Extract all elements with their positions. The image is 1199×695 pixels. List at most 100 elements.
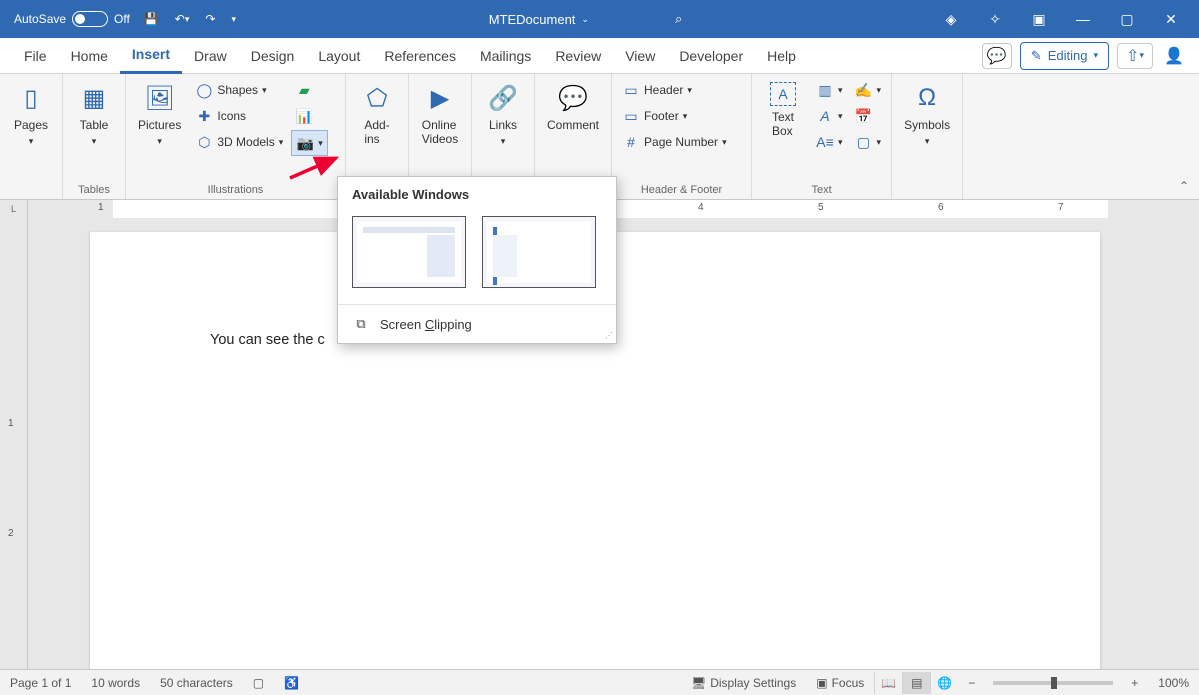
share-button[interactable]: ⇧▾ <box>1117 43 1153 69</box>
text-box-button[interactable]: A Text Box <box>758 78 808 142</box>
group-symbols: Ω Symbols ▾ <box>892 74 963 199</box>
wordart-button[interactable]: A▾ <box>812 104 847 128</box>
group-tables: ▦ Table ▾ Tables <box>63 74 126 199</box>
shapes-button[interactable]: ◯Shapes▾ <box>191 78 287 102</box>
smartart-button[interactable]: ▰ <box>291 78 328 102</box>
maximize-button[interactable]: ▢ <box>1105 0 1149 38</box>
omega-icon: Ω <box>911 82 943 114</box>
redo-icon[interactable]: ↷ <box>199 10 221 28</box>
spelling-icon[interactable]: ▢ <box>243 676 274 690</box>
links-button[interactable]: 🔗 Links ▾ <box>478 78 528 151</box>
close-button[interactable]: ✕ <box>1149 0 1193 38</box>
group-label: Illustrations <box>132 181 339 199</box>
zoom-in-button[interactable]: + <box>1121 676 1148 690</box>
icons-button[interactable]: ✚Icons <box>191 104 287 128</box>
diamond-icon[interactable]: ◈ <box>929 0 973 38</box>
comments-button[interactable]: 💬 <box>982 43 1012 69</box>
wordart-icon: A <box>816 107 834 125</box>
pagenum-icon: # <box>622 133 640 151</box>
footer-button[interactable]: ▭Footer▾ <box>618 104 731 128</box>
screenshot-button[interactable]: 📷▾ <box>291 130 328 156</box>
online-videos-button[interactable]: ▶ Online Videos <box>415 78 465 150</box>
title-bar: AutoSave Off 💾 ↶▾ ↷ ▾ MTEDocument ⌄ ⌕ ◈ … <box>0 0 1199 38</box>
tab-references[interactable]: References <box>372 38 468 74</box>
footer-icon: ▭ <box>622 107 640 125</box>
dropcap-button[interactable]: A≡▾ <box>812 130 847 154</box>
signature-button[interactable]: ✍▾ <box>851 78 886 102</box>
autosave-toggle[interactable]: AutoSave Off <box>6 11 138 27</box>
quick-access-toolbar: 💾 ↶▾ ↷ ▾ <box>138 10 242 28</box>
group-illustrations: 🖼 Pictures ▾ ◯Shapes▾ ✚Icons ⬡3D Models▾… <box>126 74 346 199</box>
video-icon: ▶ <box>424 82 456 114</box>
char-count[interactable]: 50 characters <box>150 676 243 690</box>
parts-icon: ▥ <box>816 81 834 99</box>
symbols-button[interactable]: Ω Symbols ▾ <box>898 78 956 151</box>
web-layout-button[interactable]: 🌐 <box>930 672 958 694</box>
qat-more-icon[interactable]: ▾ <box>225 12 242 27</box>
vertical-ruler[interactable]: 1 2 <box>0 218 28 669</box>
ruler-corner: L <box>0 200 28 218</box>
document-title[interactable]: MTEDocument ⌄ ⌕ <box>242 11 929 27</box>
toggle-switch[interactable] <box>72 11 108 27</box>
smartart-icon: ▰ <box>295 81 313 99</box>
group-text: A Text Box ▥▾ A▾ A≡▾ ✍▾ 📅 ▢▾ Text <box>752 74 892 199</box>
search-icon[interactable]: ⌕ <box>675 11 682 27</box>
sparkle-icon[interactable]: ✧ <box>973 0 1017 38</box>
link-icon: 🔗 <box>487 82 519 114</box>
display-settings-button[interactable]: 🖥Display Settings <box>681 676 806 690</box>
tab-mailings[interactable]: Mailings <box>468 38 543 74</box>
pages-button[interactable]: ▯ Pages ▾ <box>6 78 56 151</box>
resize-grip[interactable]: ⋰ <box>605 331 613 340</box>
page-status[interactable]: Page 1 of 1 <box>0 676 81 690</box>
panel-icon[interactable]: ▣ <box>1017 0 1061 38</box>
minimize-button[interactable]: — <box>1061 0 1105 38</box>
tab-draw[interactable]: Draw <box>182 38 239 74</box>
tab-insert[interactable]: Insert <box>120 38 182 74</box>
collapse-ribbon-button[interactable]: ⌃ <box>1179 179 1189 193</box>
date-time-button[interactable]: 📅 <box>851 104 886 128</box>
window-thumbnail-2[interactable] <box>482 216 596 288</box>
status-bar: Page 1 of 1 10 words 50 characters ▢ ♿ 🖥… <box>0 669 1199 695</box>
collaborate-icon[interactable]: 👤 <box>1161 43 1187 69</box>
tab-design[interactable]: Design <box>239 38 307 74</box>
header-button[interactable]: ▭Header▾ <box>618 78 731 102</box>
icons-icon: ✚ <box>195 107 213 125</box>
table-button[interactable]: ▦ Table ▾ <box>69 78 119 151</box>
dropcap-icon: A≡ <box>816 133 834 151</box>
autosave-label: AutoSave <box>14 12 66 26</box>
save-icon[interactable]: 💾 <box>138 10 165 28</box>
tab-developer[interactable]: Developer <box>667 38 755 74</box>
zoom-level[interactable]: 100% <box>1148 676 1199 690</box>
print-layout-button[interactable]: ▤ <box>902 672 930 694</box>
screenshot-dropdown: Available Windows ⧉ Screen Clipping ⋰ <box>337 176 617 344</box>
accessibility-icon[interactable]: ♿ <box>274 676 309 690</box>
zoom-out-button[interactable]: − <box>958 676 985 690</box>
undo-icon[interactable]: ↶▾ <box>169 10 196 28</box>
header-icon: ▭ <box>622 81 640 99</box>
tab-layout[interactable]: Layout <box>306 38 372 74</box>
chevron-down-icon: ▾ <box>1093 50 1098 61</box>
addins-button[interactable]: ⬠ Add- ins <box>352 78 402 150</box>
pictures-button[interactable]: 🖼 Pictures ▾ <box>132 78 187 151</box>
read-mode-button[interactable]: 📖 <box>874 672 902 694</box>
object-icon: ▢ <box>855 133 873 151</box>
screen-clipping-item[interactable]: ⧉ Screen Clipping <box>338 305 616 343</box>
window-controls: ◈ ✧ ▣ — ▢ ✕ <box>929 0 1193 38</box>
tab-review[interactable]: Review <box>543 38 613 74</box>
chart-button[interactable]: 📊 <box>291 104 328 128</box>
tab-help[interactable]: Help <box>755 38 808 74</box>
page-number-button[interactable]: #Page Number▾ <box>618 130 731 154</box>
focus-button[interactable]: ▣Focus <box>806 676 874 690</box>
ribbon-tabs: File Home Insert Draw Design Layout Refe… <box>0 38 1199 74</box>
zoom-slider[interactable] <box>993 681 1113 685</box>
object-button[interactable]: ▢▾ <box>851 130 886 154</box>
3d-models-button[interactable]: ⬡3D Models▾ <box>191 130 287 154</box>
editing-mode-button[interactable]: ✎ Editing ▾ <box>1020 42 1109 70</box>
window-thumbnail-1[interactable] <box>352 216 466 288</box>
word-count[interactable]: 10 words <box>81 676 150 690</box>
tab-file[interactable]: File <box>12 38 59 74</box>
comment-button[interactable]: 💬 Comment <box>541 78 605 136</box>
quick-parts-button[interactable]: ▥▾ <box>812 78 847 102</box>
tab-view[interactable]: View <box>613 38 667 74</box>
tab-home[interactable]: Home <box>59 38 120 74</box>
